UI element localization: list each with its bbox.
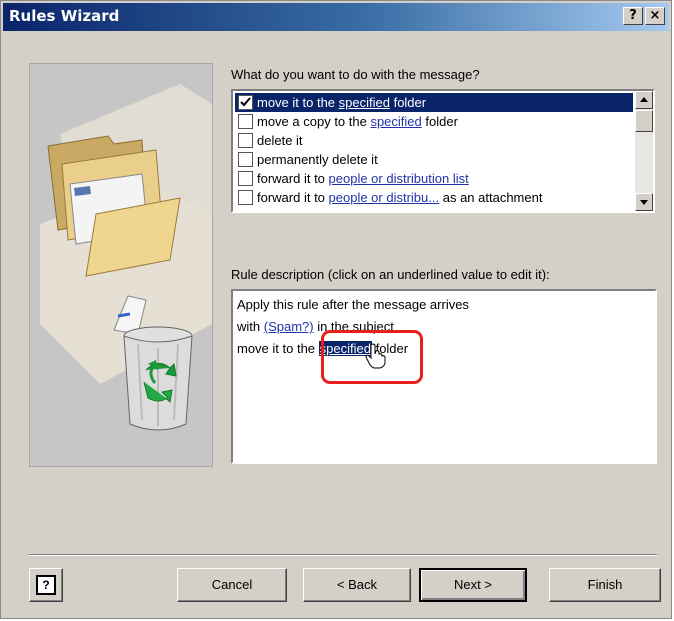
checkmark-icon (240, 97, 251, 107)
action-checkbox[interactable] (238, 152, 253, 167)
action-link[interactable]: people or distribution list (329, 171, 469, 186)
scroll-up-button[interactable] (635, 91, 653, 109)
description-line-2: with (Spam?) in the subject (237, 316, 651, 338)
spam-keyword-link[interactable]: (Spam?) (264, 319, 314, 334)
back-button[interactable]: < Back (303, 568, 411, 602)
rules-wizard-dialog: Rules Wizard ? × What do you want to do … (0, 0, 672, 619)
rule-description-box[interactable]: Apply this rule after the message arrive… (231, 289, 657, 464)
action-checkbox[interactable] (238, 95, 253, 110)
arrow-up-icon (640, 97, 648, 102)
action-text: move a copy to the (257, 114, 371, 129)
description-line-3: move it to the specified folder (237, 338, 651, 360)
action-text: as an attachment (439, 190, 543, 205)
action-checkbox[interactable] (238, 190, 253, 205)
help-button[interactable]: ? (29, 568, 63, 602)
actions-prompt: What do you want to do with the message? (231, 67, 480, 82)
title-help-button[interactable]: ? (623, 7, 643, 25)
action-item[interactable]: move a copy to the specified folder (235, 112, 633, 131)
wizard-illustration (29, 63, 213, 467)
action-checkbox[interactable] (238, 114, 253, 129)
actions-scrollbar[interactable] (635, 91, 653, 211)
description-text: with (237, 319, 264, 334)
action-text: forward it to (257, 171, 329, 186)
action-checkbox[interactable] (238, 171, 253, 186)
title-close-button[interactable]: × (645, 7, 665, 25)
scroll-thumb[interactable] (635, 110, 653, 132)
action-item[interactable]: delete it (235, 131, 633, 150)
action-link[interactable]: specified (339, 95, 390, 110)
next-button[interactable]: Next > (419, 568, 527, 602)
action-text: move it to the (257, 95, 339, 110)
action-text: permanently delete it (257, 152, 378, 167)
question-icon: ? (36, 575, 56, 595)
footer-separator (29, 554, 657, 556)
action-text: delete it (257, 133, 303, 148)
window-title: Rules Wizard (9, 7, 120, 25)
action-text: folder (421, 114, 458, 129)
action-link[interactable]: specified (370, 114, 421, 129)
title-bar[interactable]: Rules Wizard ? × (3, 3, 669, 31)
actions-listbox[interactable]: move it to the specified folder move a co… (231, 89, 655, 213)
action-text: folder (389, 95, 427, 110)
description-label: Rule description (click on an underlined… (231, 267, 550, 282)
action-link[interactable]: people or distribu... (329, 190, 440, 205)
action-item[interactable]: forward it to people or distribution lis… (235, 169, 633, 188)
description-line-1: Apply this rule after the message arrive… (237, 297, 469, 312)
action-item[interactable]: permanently delete it (235, 150, 633, 169)
actions-list: move it to the specified folder move a co… (235, 93, 633, 207)
action-checkbox[interactable] (238, 133, 253, 148)
action-item[interactable]: forward it to people or distribu... as a… (235, 188, 633, 207)
cancel-button[interactable]: Cancel (177, 568, 287, 602)
description-text: move it to the (237, 341, 319, 356)
finish-button[interactable]: Finish (549, 568, 661, 602)
scroll-down-button[interactable] (635, 193, 653, 211)
action-item[interactable]: move it to the specified folder (235, 93, 633, 112)
hand-pointer-icon (365, 343, 386, 369)
action-text: forward it to (257, 190, 329, 205)
arrow-down-icon (640, 200, 648, 205)
